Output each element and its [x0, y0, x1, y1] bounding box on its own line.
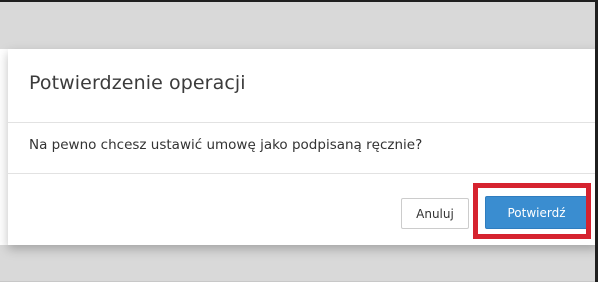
confirm-button[interactable]: Potwierdź [485, 196, 588, 229]
modal-backdrop-top [0, 2, 598, 49]
dialog-message: Na pewno chcesz ustawić umowę jako podpi… [29, 137, 423, 153]
modal-backdrop-bottom [0, 245, 598, 282]
dialog-body: Na pewno chcesz ustawić umowę jako podpi… [8, 123, 598, 174]
cancel-button[interactable]: Anuluj [401, 198, 469, 229]
confirmation-dialog: Potwierdzenie operacji Na pewno chcesz u… [8, 49, 598, 245]
dialog-header: Potwierdzenie operacji [8, 49, 598, 123]
dialog-title: Potwierdzenie operacji [29, 72, 246, 94]
screenshot: Potwierdzenie operacji Na pewno chcesz u… [0, 0, 598, 282]
